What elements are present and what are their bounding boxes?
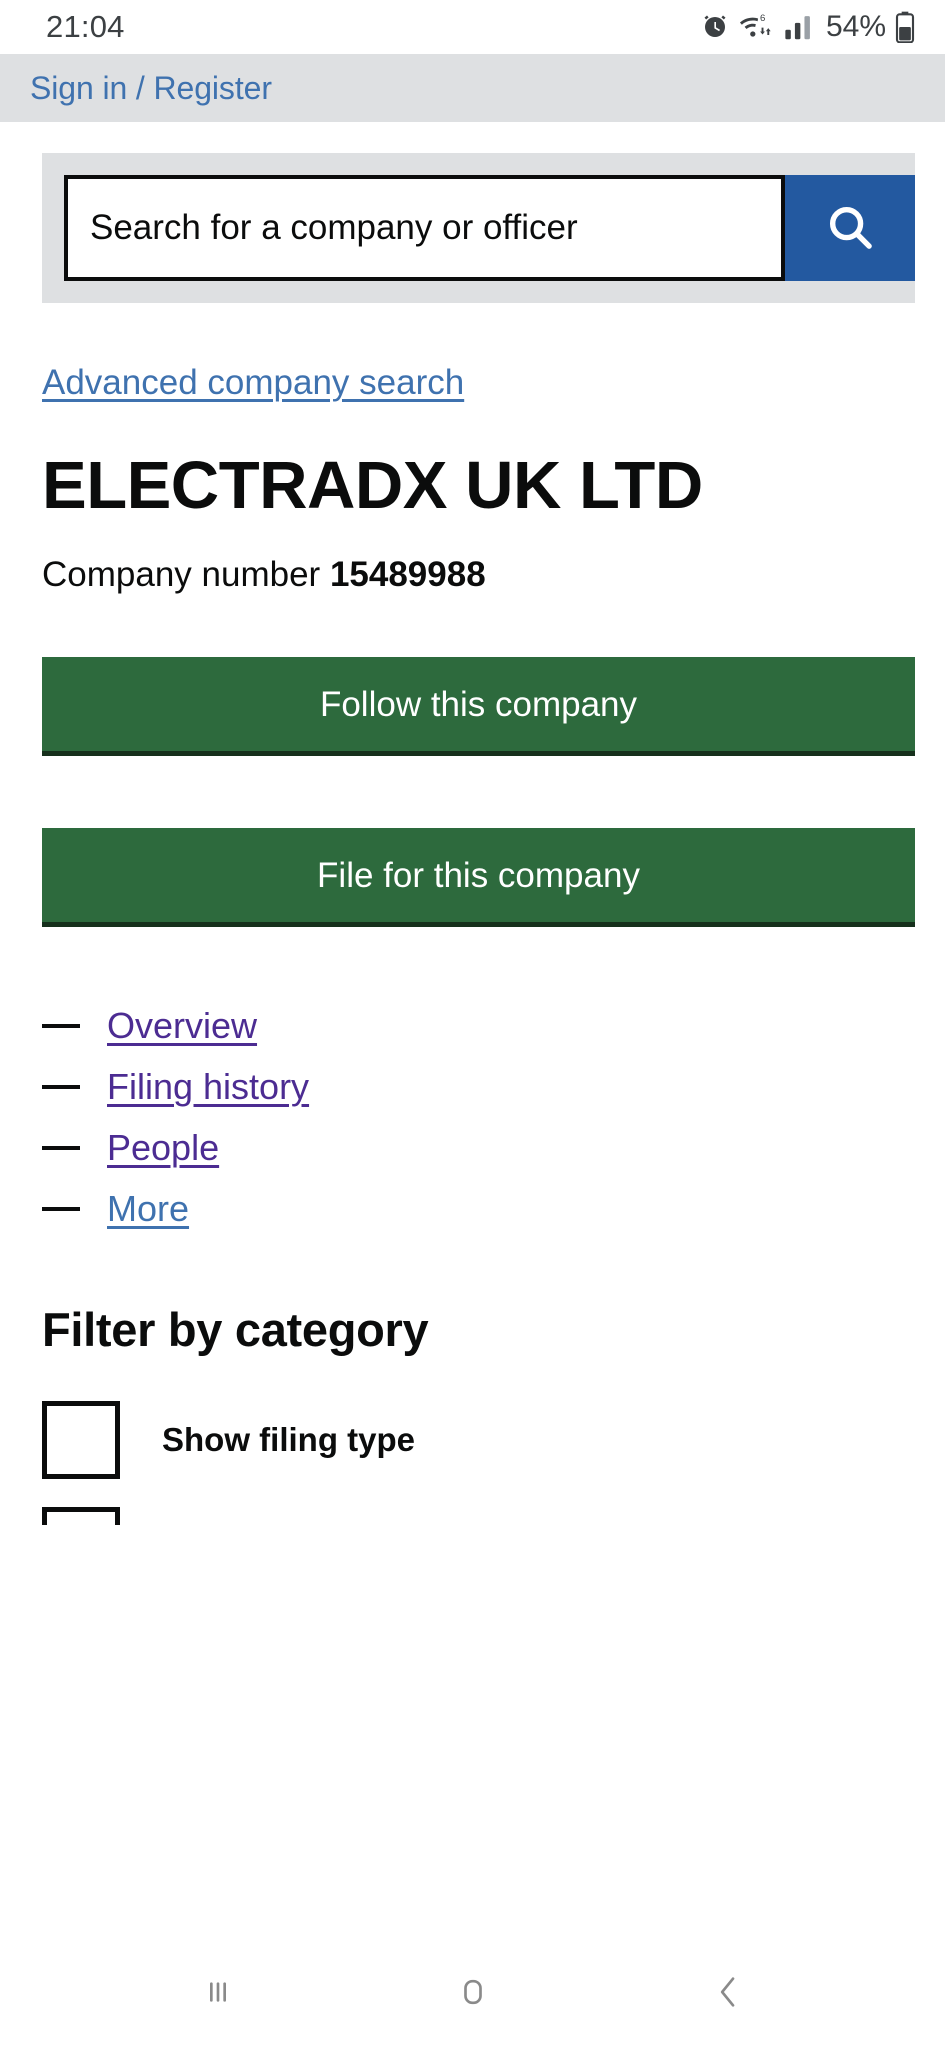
- nav-item-overview[interactable]: Overview: [42, 1005, 915, 1047]
- advanced-company-search-link[interactable]: Advanced company search: [42, 363, 464, 402]
- dash-icon: [42, 1207, 80, 1212]
- filter-by-category-heading: Filter by category: [42, 1303, 429, 1357]
- search-top-spacer: [0, 122, 945, 153]
- company-number: Company number 15489988: [42, 555, 915, 595]
- nav-link-people[interactable]: People: [107, 1127, 219, 1169]
- nav-link-more[interactable]: More: [107, 1188, 189, 1230]
- recent-apps-icon: [198, 1972, 238, 2017]
- file-for-company-button[interactable]: File for this company: [42, 828, 915, 928]
- wifi-icon: 6: [739, 12, 775, 42]
- home-icon: [453, 1972, 493, 2017]
- status-time: 21:04: [46, 9, 125, 44]
- company-number-label: Company number: [42, 555, 321, 595]
- main-content: Advanced company search ELECTRADX UK LTD…: [0, 303, 945, 1940]
- status-indicators: 6 54%: [700, 10, 915, 44]
- dash-icon: [42, 1085, 80, 1090]
- page-title: ELECTRADX UK LTD: [42, 448, 703, 523]
- filter-option-partial[interactable]: [42, 1507, 915, 1526]
- signin-bar: Sign in / Register: [0, 54, 945, 122]
- search-submit-button[interactable]: [785, 175, 915, 281]
- nav-item-more[interactable]: More: [42, 1188, 915, 1230]
- battery-percent-label: 54%: [825, 10, 886, 43]
- nav-link-overview[interactable]: Overview: [107, 1005, 257, 1047]
- nav-link-filing-history[interactable]: Filing history: [107, 1066, 309, 1108]
- signal-icon: [784, 13, 814, 41]
- android-navigation-bar: [0, 1940, 945, 2048]
- search-icon: [823, 200, 877, 257]
- signin-register-link[interactable]: Sign in / Register: [30, 70, 272, 107]
- filter-option-show-filing-type[interactable]: Show filing type: [42, 1401, 915, 1480]
- show-filing-type-label: Show filing type: [162, 1421, 415, 1459]
- back-button[interactable]: [668, 1954, 788, 2034]
- back-chevron-icon: [708, 1972, 748, 2017]
- show-filing-type-checkbox[interactable]: [42, 1401, 120, 1480]
- dash-icon: [42, 1146, 80, 1151]
- battery-icon: [895, 11, 915, 43]
- search-input-container[interactable]: [64, 175, 785, 281]
- phone-screen: 21:04 6 54% Sign in / Register Search fo…: [0, 0, 945, 2048]
- company-nav-list: Overview Filing history People More: [42, 1005, 915, 1230]
- advanced-search-row: Advanced company search: [42, 303, 915, 403]
- home-button[interactable]: [413, 1954, 533, 2034]
- recent-apps-button[interactable]: [158, 1954, 278, 2034]
- nav-item-people[interactable]: People: [42, 1127, 915, 1169]
- status-bar: 21:04 6 54%: [0, 0, 945, 54]
- follow-company-button[interactable]: Follow this company: [42, 657, 915, 757]
- company-number-value: 15489988: [329, 555, 486, 595]
- nav-item-filing-history[interactable]: Filing history: [42, 1066, 915, 1108]
- alarm-icon: [700, 12, 730, 42]
- dash-icon: [42, 1024, 80, 1029]
- partial-checkbox[interactable]: [42, 1507, 120, 1526]
- search-input[interactable]: [90, 208, 781, 248]
- svg-text:6: 6: [760, 13, 765, 24]
- search-bar: [42, 153, 915, 303]
